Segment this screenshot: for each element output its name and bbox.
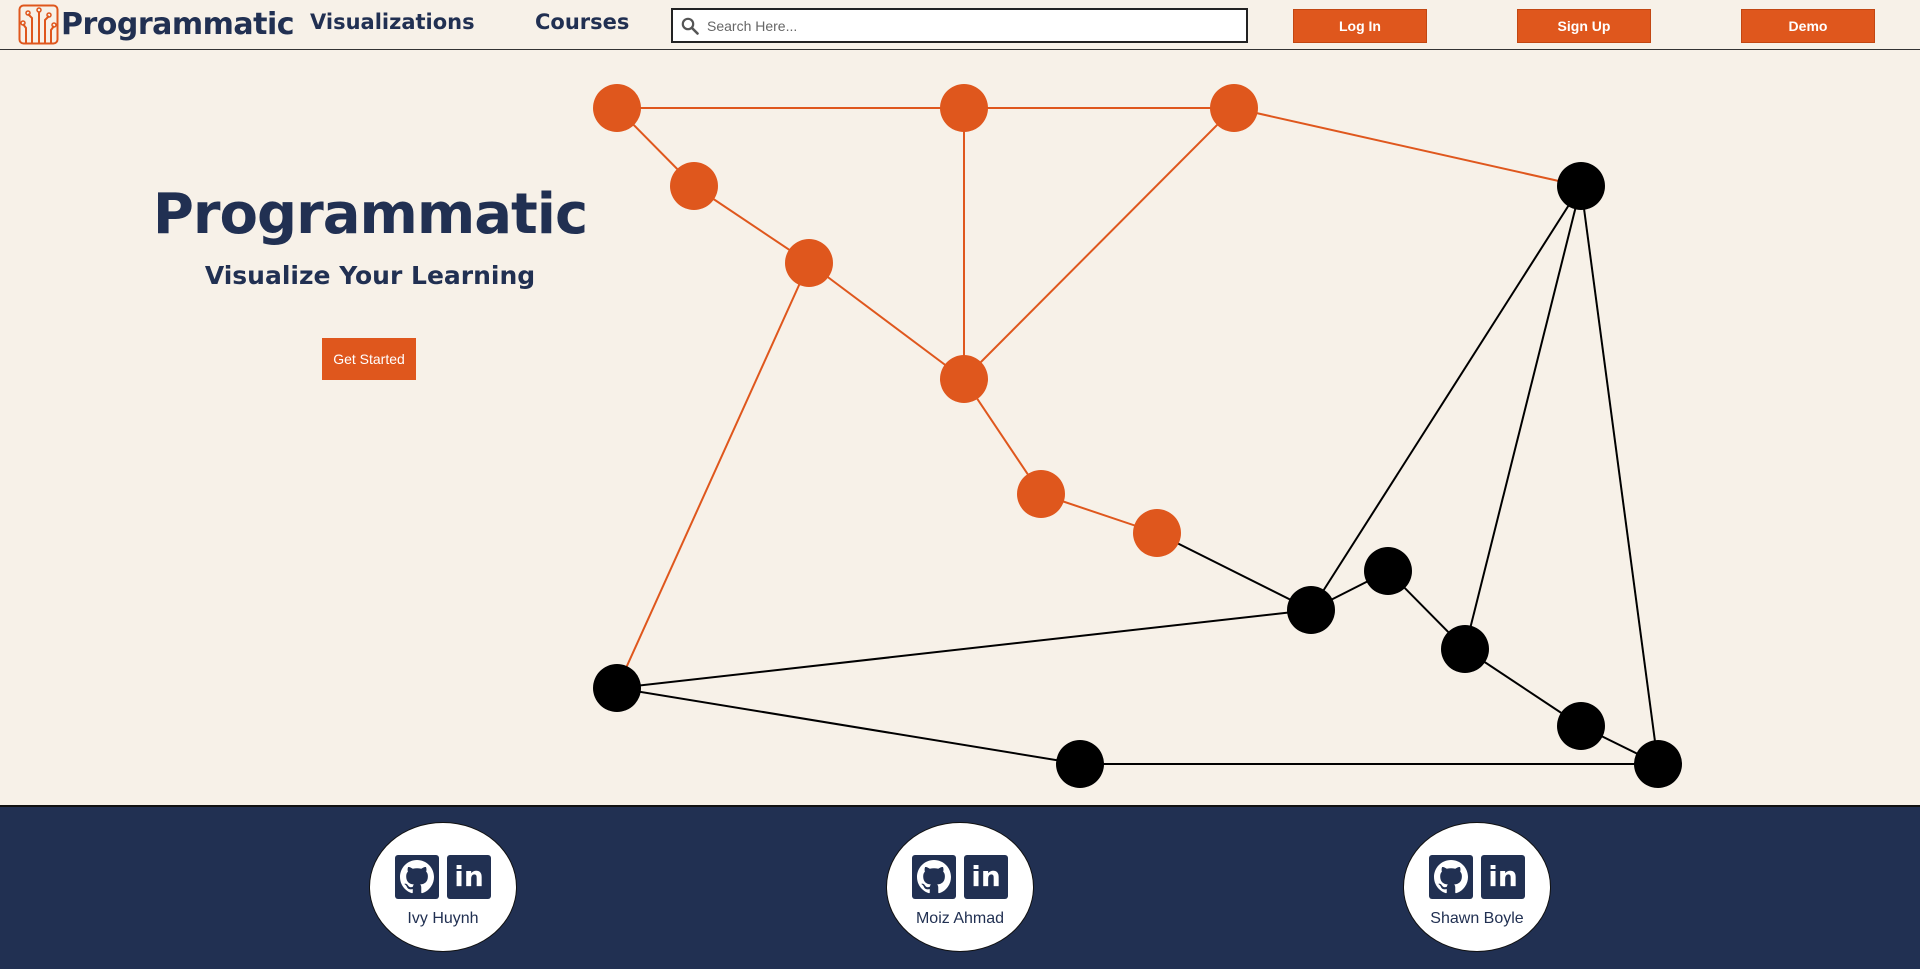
search-bar (671, 8, 1248, 43)
graph-node[interactable] (1056, 740, 1104, 788)
graph-node[interactable] (593, 84, 641, 132)
graph-edge (616, 687, 1081, 765)
team-member-name: Ivy Huynh (407, 910, 479, 927)
graph-node[interactable] (1210, 84, 1258, 132)
graph-edges (616, 107, 1659, 765)
graph-node[interactable] (670, 162, 718, 210)
graph-edge (808, 262, 965, 380)
graph-edge (1310, 185, 1582, 611)
team-member-card: in Shawn Boyle (1403, 822, 1551, 952)
nav-link-visualizations[interactable]: Visualizations (310, 10, 475, 34)
team-member-card: in Moiz Ahmad (886, 822, 1034, 952)
footer: in Ivy Huynh in Moiz Ahmad in Shawn Boyl… (0, 805, 1920, 969)
nav-link-courses[interactable]: Courses (535, 10, 629, 34)
graph-edge (1464, 185, 1582, 650)
get-started-button[interactable]: Get Started (322, 338, 416, 380)
team-member-name: Shawn Boyle (1430, 910, 1524, 927)
graph-node[interactable] (785, 239, 833, 287)
graph-node[interactable] (1287, 586, 1335, 634)
graph-edge (616, 262, 810, 689)
graph-node[interactable] (1634, 740, 1682, 788)
graph-node[interactable] (1557, 702, 1605, 750)
linkedin-icon[interactable]: in (447, 855, 491, 899)
linkedin-icon[interactable]: in (1481, 855, 1525, 899)
hero-subtitle: Visualize Your Learning (204, 261, 536, 290)
navbar: Programmatic Visualizations Courses Log … (0, 0, 1920, 50)
github-icon[interactable] (395, 855, 439, 899)
team-member-card: in Ivy Huynh (369, 822, 517, 952)
graph-node[interactable] (593, 664, 641, 712)
signup-button[interactable]: Sign Up (1517, 9, 1651, 43)
linkedin-icon[interactable]: in (964, 855, 1008, 899)
graph-edge (1156, 532, 1312, 611)
graph-edge (1580, 185, 1659, 765)
graph-node[interactable] (940, 355, 988, 403)
graph-node[interactable] (1441, 625, 1489, 673)
brand-name: Programmatic (61, 7, 295, 42)
github-icon[interactable] (912, 855, 956, 899)
team-member-name: Moiz Ahmad (915, 910, 1005, 927)
graph-edge (1233, 107, 1582, 187)
graph-visualization (593, 84, 1682, 788)
graph-node[interactable] (1017, 470, 1065, 518)
hero-title: Programmatic (152, 182, 588, 247)
graph-edge (963, 107, 1235, 380)
demo-button[interactable]: Demo (1741, 9, 1875, 43)
graph-nodes (593, 84, 1682, 788)
brand-logo[interactable]: Programmatic (18, 4, 295, 45)
login-button[interactable]: Log In (1293, 9, 1427, 43)
graph-edge (616, 609, 1312, 689)
graph-node[interactable] (1557, 162, 1605, 210)
graph-node[interactable] (940, 84, 988, 132)
graph-node[interactable] (1364, 547, 1412, 595)
circuit-logo-icon (18, 4, 59, 45)
search-icon (681, 17, 699, 35)
graph-node[interactable] (1133, 509, 1181, 557)
github-icon[interactable] (1429, 855, 1473, 899)
search-input[interactable] (707, 17, 1227, 34)
